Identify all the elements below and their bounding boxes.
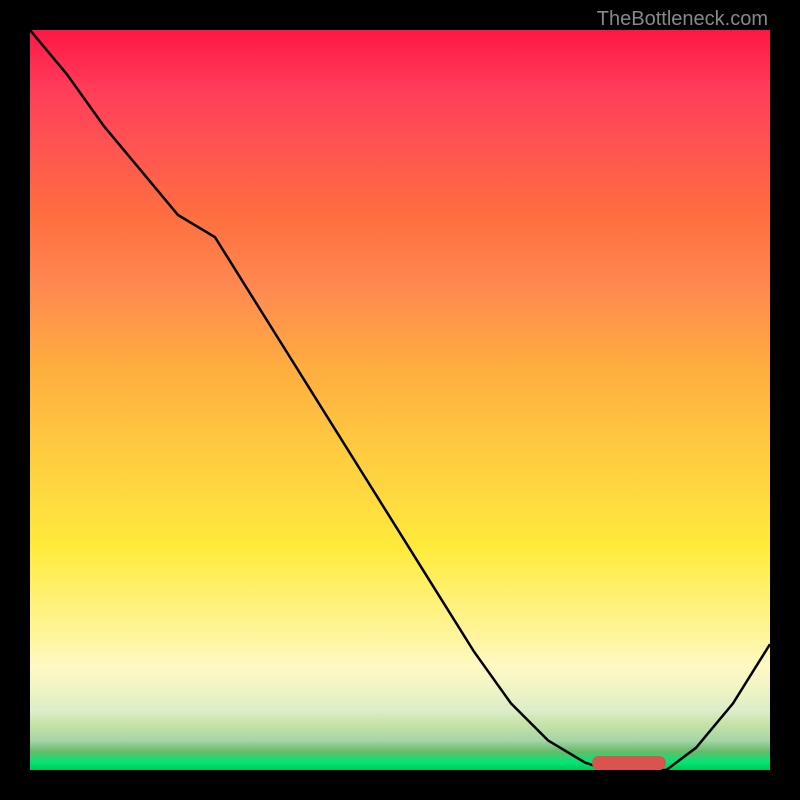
bottleneck-curve (30, 30, 770, 770)
optimal-marker (592, 756, 666, 770)
chart-container (30, 30, 770, 770)
watermark-text: TheBottleneck.com (597, 8, 768, 31)
